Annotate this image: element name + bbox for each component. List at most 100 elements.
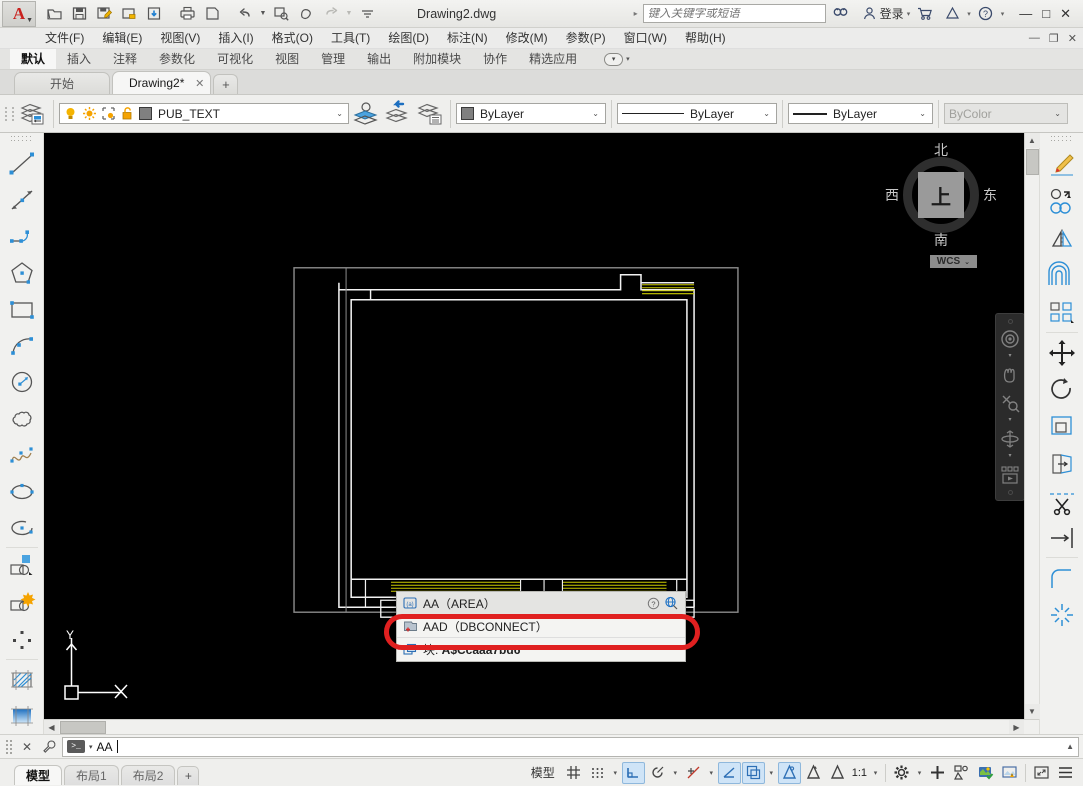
doc-restore-button[interactable]: ❐: [1049, 32, 1059, 45]
layer-combo[interactable]: PUB_TEXT ⌄: [59, 103, 349, 124]
erase-icon[interactable]: [1043, 146, 1081, 183]
menu-help[interactable]: 帮助(H): [676, 28, 735, 49]
chevron-down-icon[interactable]: ⌄: [592, 109, 601, 118]
ribbon-tab-visualize[interactable]: 可视化: [206, 49, 264, 69]
annotation-scale-label[interactable]: 1:1: [850, 767, 869, 779]
redo-icon[interactable]: [319, 2, 343, 26]
create-block-icon[interactable]: [3, 586, 41, 622]
shopping-cart-icon[interactable]: [913, 2, 937, 26]
scale-icon[interactable]: [1043, 408, 1081, 445]
file-tab-drawing2[interactable]: Drawing2* ✕: [112, 71, 211, 94]
layout-tab-layout1[interactable]: 布局1: [64, 765, 119, 785]
scroll-up-arrow[interactable]: ▲: [1025, 133, 1040, 148]
chevron-down-icon[interactable]: ▾: [706, 762, 717, 784]
line-icon[interactable]: [3, 146, 41, 182]
undo-icon[interactable]: [233, 2, 257, 26]
autocomplete-item-block[interactable]: 块: A$Ccaaa7bd6: [397, 638, 685, 661]
toolbar-drag-handle[interactable]: [1051, 136, 1073, 143]
gradient-icon[interactable]: [3, 698, 41, 734]
wrench-icon[interactable]: [40, 738, 58, 756]
close-button[interactable]: ✕: [1060, 7, 1071, 20]
web-search-icon[interactable]: [664, 596, 679, 610]
qat-customize-icon[interactable]: [355, 2, 379, 26]
offset-icon[interactable]: [1043, 257, 1081, 294]
chevron-down-icon[interactable]: ⌄: [763, 109, 772, 118]
chevron-down-icon[interactable]: ▾: [967, 10, 971, 18]
chevron-down-icon[interactable]: ▾: [870, 762, 881, 784]
scroll-left-arrow[interactable]: ◀: [44, 720, 59, 735]
plot-preview-icon[interactable]: [200, 2, 224, 26]
command-line-grip[interactable]: [6, 740, 12, 754]
workspace-switch-icon[interactable]: [890, 762, 913, 784]
customization-plus-icon[interactable]: [926, 762, 949, 784]
chevron-down-icon[interactable]: ▾: [626, 55, 630, 63]
layout-tab-layout2[interactable]: 布局2: [121, 765, 176, 785]
menu-window[interactable]: 窗口(W): [615, 28, 676, 49]
command-history-expand-icon[interactable]: ▲: [1066, 742, 1074, 751]
save-icon[interactable]: [67, 2, 91, 26]
polar-tracking-icon[interactable]: [646, 762, 669, 784]
chevron-down-icon[interactable]: ▾: [670, 762, 681, 784]
close-icon[interactable]: ✕: [18, 738, 36, 756]
extend-icon[interactable]: [1043, 519, 1081, 556]
chevron-down-icon[interactable]: ▾: [1001, 10, 1005, 18]
hardware-accel-icon[interactable]: [974, 762, 997, 784]
help-icon[interactable]: ?: [974, 2, 998, 26]
stretch-icon[interactable]: [1043, 445, 1081, 482]
ribbon-tab-parametric[interactable]: 参数化: [148, 49, 206, 69]
model-space-label[interactable]: 模型: [525, 764, 561, 781]
menu-format[interactable]: 格式(O): [263, 28, 322, 49]
navbar-grip-top[interactable]: [1008, 319, 1013, 324]
canvas-horizontal-scrollbar[interactable]: ◀ ▶: [44, 719, 1039, 734]
ribbon-tab-annotate[interactable]: 注释: [102, 49, 148, 69]
open-icon[interactable]: [117, 2, 141, 26]
layer-state-icon[interactable]: [415, 98, 445, 130]
explode-icon[interactable]: [1043, 596, 1081, 633]
polygon-icon[interactable]: [3, 255, 41, 291]
ucs-selector[interactable]: WCS ⌄: [930, 255, 977, 268]
menu-tools[interactable]: 工具(T): [322, 28, 379, 49]
move-icon[interactable]: [1043, 334, 1081, 371]
arc-icon[interactable]: [3, 328, 41, 364]
grid-display-icon[interactable]: [562, 762, 585, 784]
trim-icon[interactable]: [1043, 482, 1081, 519]
pan-icon[interactable]: [997, 362, 1023, 388]
pan-realtime-icon[interactable]: [294, 2, 318, 26]
construction-line-icon[interactable]: [3, 182, 41, 218]
lineweight-icon[interactable]: [742, 762, 765, 784]
menu-modify[interactable]: 修改(M): [497, 28, 557, 49]
menu-dimension[interactable]: 标注(N): [438, 28, 497, 49]
menu-file[interactable]: 文件(F): [36, 28, 93, 49]
spline-icon[interactable]: [3, 437, 41, 473]
orbit-icon[interactable]: [997, 426, 1023, 452]
chevron-down-icon[interactable]: ⌄: [336, 109, 345, 118]
layout-tab-model[interactable]: 模型: [14, 765, 62, 785]
new-tab-button[interactable]: +: [213, 74, 238, 94]
layer-properties-icon[interactable]: [18, 98, 48, 130]
linetype-combo[interactable]: ByLayer ⌄: [617, 103, 777, 124]
customization-menu-icon[interactable]: [1054, 762, 1077, 784]
cloud-save-icon[interactable]: [142, 2, 166, 26]
chevron-down-icon[interactable]: ▾: [1008, 354, 1011, 360]
copy-icon[interactable]: [1043, 183, 1081, 220]
chevron-down-icon[interactable]: ▾: [1008, 454, 1011, 460]
autodesk-app-icon[interactable]: [940, 2, 964, 26]
menu-insert[interactable]: 插入(I): [209, 28, 262, 49]
zoom-window-icon[interactable]: [269, 2, 293, 26]
infocenter-expand-icon[interactable]: ▸: [634, 9, 638, 18]
search-input[interactable]: [648, 8, 821, 20]
steering-wheel-icon[interactable]: [997, 326, 1023, 352]
chevron-down-icon[interactable]: ▾: [914, 762, 925, 784]
chevron-down-icon[interactable]: ⌄: [964, 258, 970, 266]
toolbar-grip[interactable]: [3, 101, 16, 127]
menu-edit[interactable]: 编辑(E): [93, 28, 151, 49]
ribbon-tab-addins[interactable]: 附加模块: [402, 49, 472, 69]
clean-screen-icon[interactable]: [1030, 762, 1053, 784]
fillet-icon[interactable]: [1043, 559, 1081, 596]
minimize-button[interactable]: —: [1019, 7, 1032, 20]
drawing-canvas[interactable]: Y 上 北 南 西 东 WCS ⌄: [44, 133, 1039, 734]
lineweight-combo[interactable]: ByLayer ⌄: [788, 103, 933, 124]
chevron-down-icon[interactable]: ⌄: [919, 109, 928, 118]
array-icon[interactable]: [1043, 294, 1081, 331]
ellipse-arc-icon[interactable]: [3, 510, 41, 546]
